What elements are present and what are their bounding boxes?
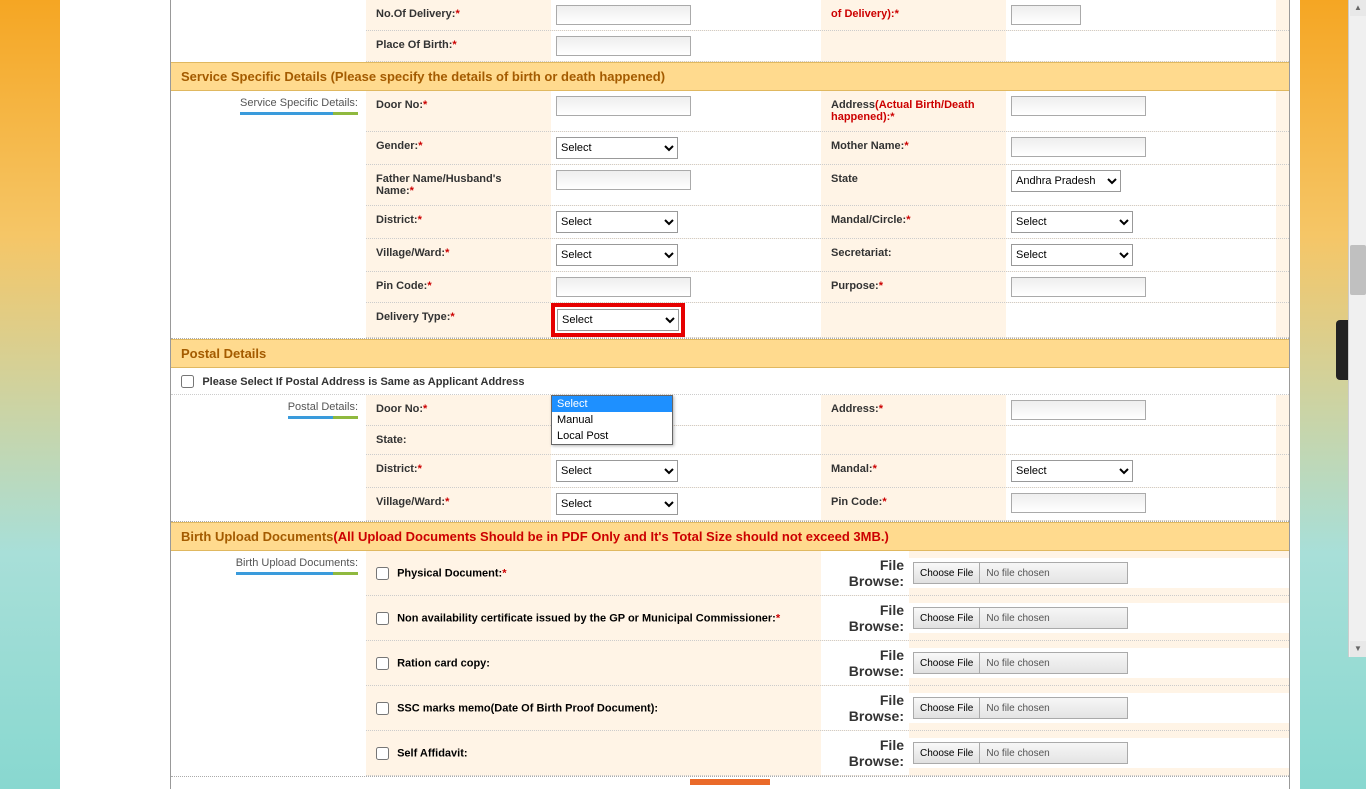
upload-row: Non availability certificate issued by t… — [366, 596, 1289, 641]
postal-village-ward-select[interactable]: Select — [556, 493, 678, 515]
postal-details-header: Postal Details — [171, 339, 1289, 368]
upload-doc-label: Self Affidavit: — [397, 747, 468, 759]
upload-documents-sidelabel: Birth Upload Documents: — [236, 557, 358, 575]
file-input[interactable]: Choose FileNo file chosen — [913, 652, 1128, 674]
father-name-label: Father Name/Husband's Name: — [376, 173, 501, 197]
choose-file-button[interactable]: Choose File — [914, 743, 980, 763]
delivery-type-select[interactable]: Select — [557, 309, 679, 331]
secretariat-label: Secretariat: — [831, 247, 892, 259]
vertical-scrollbar[interactable]: ▲ ▼ — [1348, 0, 1366, 657]
address-label: Address — [831, 99, 875, 111]
choose-file-button[interactable]: Choose File — [914, 608, 980, 628]
village-ward-label: Village/Ward: — [376, 247, 445, 259]
scroll-thumb[interactable] — [1350, 245, 1366, 295]
upload-doc-label: Ration card copy: — [397, 657, 490, 669]
same-address-label: Please Select If Postal Address is Same … — [202, 376, 524, 388]
bottom-hint — [171, 779, 1289, 789]
no-of-delivery-label: No.Of Delivery: — [376, 8, 455, 20]
pin-code-label: Pin Code: — [376, 280, 427, 292]
file-status-text: No file chosen — [980, 613, 1055, 624]
postal-mandal-label: Mandal: — [831, 463, 873, 475]
upload-row: Self Affidavit: File Browse:Choose FileNo… — [366, 731, 1289, 776]
upload-checkbox[interactable] — [376, 657, 389, 670]
file-browse-label: File Browse: — [821, 551, 909, 595]
file-input[interactable]: Choose FileNo file chosen — [913, 697, 1128, 719]
upload-documents-header: Birth Upload Documents(All Upload Docume… — [171, 522, 1289, 551]
of-delivery-input[interactable] — [1011, 5, 1081, 25]
postal-pin-code-input[interactable] — [1011, 493, 1146, 513]
delivery-type-dropdown-open[interactable]: Select Manual Local Post — [551, 395, 673, 445]
postal-address-input[interactable] — [1011, 400, 1146, 420]
upload-header-note: (All Upload Documents Should be in PDF O… — [333, 529, 888, 544]
postal-door-no-label: Door No: — [376, 403, 423, 415]
file-status-text: No file chosen — [980, 658, 1055, 669]
mandal-circle-select[interactable]: Select — [1011, 211, 1133, 233]
dropdown-option-select[interactable]: Select — [552, 396, 672, 412]
file-input[interactable]: Choose FileNo file chosen — [913, 607, 1128, 629]
upload-doc-label: Physical Document: — [397, 567, 502, 579]
file-status-text: No file chosen — [980, 703, 1055, 714]
side-feedback-tab[interactable] — [1336, 320, 1348, 380]
state-select[interactable]: Andhra Pradesh — [1011, 170, 1121, 192]
upload-row: Ration card copy: File Browse:Choose File… — [366, 641, 1289, 686]
postal-district-label: District: — [376, 463, 418, 475]
file-browse-label: File Browse: — [821, 596, 909, 640]
file-status-text: No file chosen — [980, 748, 1055, 759]
district-label: District: — [376, 214, 418, 226]
no-of-delivery-input[interactable] — [556, 5, 691, 25]
upload-checkbox[interactable] — [376, 612, 389, 625]
postal-pin-code-label: Pin Code: — [831, 496, 882, 508]
gender-label: Gender: — [376, 140, 418, 152]
district-select[interactable]: Select — [556, 211, 678, 233]
file-browse-label: File Browse: — [821, 641, 909, 685]
upload-row: SSC marks memo(Date Of Birth Proof Docum… — [366, 686, 1289, 731]
dropdown-option-localpost[interactable]: Local Post — [552, 428, 672, 444]
upload-doc-label: SSC marks memo(Date Of Birth Proof Docum… — [397, 702, 658, 714]
of-delivery-label: of Delivery): — [831, 8, 895, 20]
gender-select[interactable]: Select — [556, 137, 678, 159]
postal-address-label: Address: — [831, 403, 879, 415]
same-address-checkbox[interactable] — [181, 375, 194, 388]
door-no-input[interactable] — [556, 96, 691, 116]
postal-details-sidelabel: Postal Details: — [288, 401, 358, 419]
service-specific-sidelabel: Service Specific Details: — [240, 97, 358, 115]
file-input[interactable]: Choose FileNo file chosen — [913, 742, 1128, 764]
postal-district-select[interactable]: Select — [556, 460, 678, 482]
village-ward-select[interactable]: Select — [556, 244, 678, 266]
upload-doc-label: Non availability certificate issued by t… — [397, 612, 776, 624]
mandal-circle-label: Mandal/Circle: — [831, 214, 906, 226]
place-of-birth-label: Place Of Birth: — [376, 39, 452, 51]
service-specific-header: Service Specific Details (Please specify… — [171, 62, 1289, 91]
upload-checkbox[interactable] — [376, 702, 389, 715]
scroll-down-icon[interactable]: ▼ — [1350, 641, 1366, 657]
dropdown-option-manual[interactable]: Manual — [552, 412, 672, 428]
mother-name-label: Mother Name: — [831, 140, 904, 152]
purpose-input[interactable] — [1011, 277, 1146, 297]
choose-file-button[interactable]: Choose File — [914, 563, 980, 583]
upload-row: Physical Document:*File Browse:Choose Fi… — [366, 551, 1289, 596]
purpose-label: Purpose: — [831, 280, 879, 292]
file-status-text: No file chosen — [980, 568, 1055, 579]
delivery-type-label: Delivery Type: — [376, 311, 450, 323]
place-of-birth-input[interactable] — [556, 36, 691, 56]
scroll-up-icon[interactable]: ▲ — [1350, 0, 1366, 16]
choose-file-button[interactable]: Choose File — [914, 698, 980, 718]
postal-village-ward-label: Village/Ward: — [376, 496, 445, 508]
choose-file-button[interactable]: Choose File — [914, 653, 980, 673]
upload-header-main: Birth Upload Documents — [181, 529, 333, 544]
postal-state-label: State: — [376, 434, 407, 446]
father-name-input[interactable] — [556, 170, 691, 190]
secretariat-select[interactable]: Select — [1011, 244, 1133, 266]
file-browse-label: File Browse: — [821, 731, 909, 775]
file-browse-label: File Browse: — [821, 686, 909, 730]
pin-code-input[interactable] — [556, 277, 691, 297]
upload-checkbox[interactable] — [376, 747, 389, 760]
mother-name-input[interactable] — [1011, 137, 1146, 157]
upload-checkbox[interactable] — [376, 567, 389, 580]
state-label: State — [831, 173, 858, 185]
postal-mandal-select[interactable]: Select — [1011, 460, 1133, 482]
file-input[interactable]: Choose FileNo file chosen — [913, 562, 1128, 584]
door-no-label: Door No: — [376, 99, 423, 111]
address-birth-input[interactable] — [1011, 96, 1146, 116]
